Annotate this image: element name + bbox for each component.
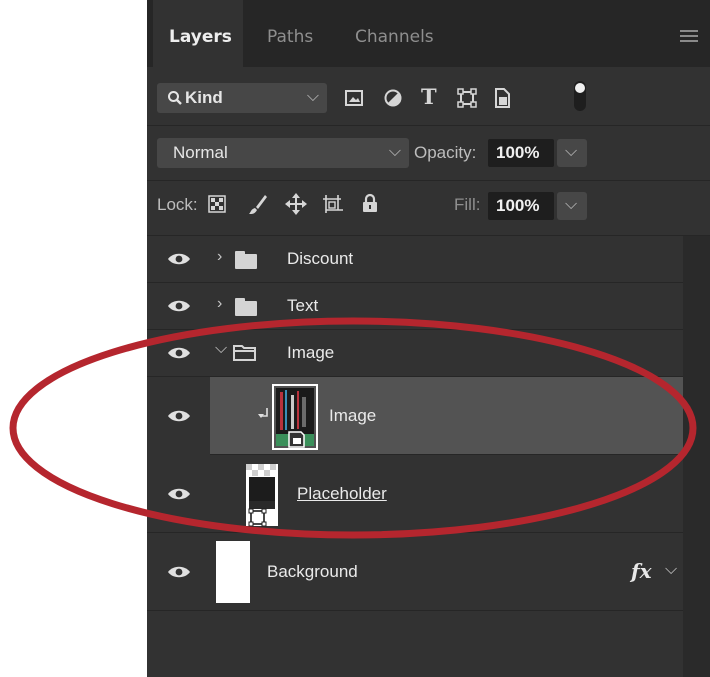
opacity-input[interactable]: 100%: [488, 139, 554, 167]
smart-object-filter-icon[interactable]: [493, 88, 511, 108]
divider: [147, 180, 710, 181]
fill-input[interactable]: 100%: [488, 192, 554, 220]
background-thumbnail[interactable]: [216, 541, 250, 603]
adjustment-layer-filter-icon[interactable]: [384, 89, 402, 107]
frame-thumbnail[interactable]: [245, 463, 279, 527]
eye-visibility-icon[interactable]: [167, 346, 191, 360]
smart-object-thumbnail[interactable]: [271, 383, 319, 451]
layers-panel: Layers Paths Channels Kind ⌵ T Normal ⌵ …: [147, 0, 710, 677]
filter-toggle-icon[interactable]: [572, 80, 588, 112]
layer-name[interactable]: Background: [267, 562, 358, 582]
eye-visibility-icon[interactable]: [167, 409, 191, 423]
chevron-down-icon[interactable]: ⌵: [215, 340, 227, 358]
eye-visibility-icon[interactable]: [167, 299, 191, 313]
tab-paths[interactable]: Paths: [267, 0, 313, 67]
fill-dropdown[interactable]: ⌵: [557, 192, 587, 220]
blend-mode-value: Normal: [173, 143, 228, 162]
layer-name[interactable]: Image: [329, 406, 376, 426]
type-layer-filter-icon[interactable]: T: [421, 84, 437, 109]
clipping-mask-arrow-icon: [258, 408, 268, 418]
layer-row-text[interactable]: › Text: [147, 283, 683, 330]
layers-scrollbar[interactable]: [683, 236, 710, 677]
lock-image-pixels-brush-icon[interactable]: [248, 193, 268, 215]
tab-channels[interactable]: Channels: [355, 0, 434, 67]
eye-visibility-icon[interactable]: [167, 252, 191, 266]
chevron-down-icon: ⌵: [388, 143, 401, 160]
lock-label: Lock:: [157, 195, 198, 214]
opacity-dropdown[interactable]: ⌵: [557, 139, 587, 167]
layer-effects-fx-icon[interactable]: fx: [631, 559, 652, 583]
layer-name[interactable]: Placeholder: [297, 484, 387, 504]
eye-visibility-icon[interactable]: [167, 565, 191, 579]
tab-layers[interactable]: Layers: [153, 0, 243, 67]
layer-row-background[interactable]: Background fx ⌵: [147, 533, 683, 611]
chevron-down-icon: ⌵: [565, 196, 578, 213]
lock-position-move-icon[interactable]: [285, 193, 307, 215]
shape-layer-filter-icon[interactable]: [457, 88, 477, 108]
divider: [147, 125, 710, 126]
layer-name[interactable]: Image: [287, 343, 334, 363]
search-icon: [168, 91, 182, 105]
layer-row-placeholder[interactable]: Placeholder: [147, 455, 683, 533]
layer-name[interactable]: Text: [287, 296, 318, 316]
lock-all-icon[interactable]: [362, 193, 378, 213]
chevron-right-icon[interactable]: ›: [217, 295, 222, 313]
chevron-down-icon: ⌵: [565, 143, 578, 160]
blend-mode-select[interactable]: Normal ⌵: [157, 138, 409, 168]
fill-label: Fill:: [454, 195, 481, 214]
panel-tab-bar: Layers Paths Channels: [147, 0, 710, 67]
opacity-label: Opacity:: [414, 143, 477, 162]
folder-open-icon: [233, 345, 256, 361]
folder-icon: [235, 251, 257, 269]
lock-artboard-icon[interactable]: [322, 194, 344, 214]
layer-row-image-smart-object[interactable]: Image: [147, 377, 683, 455]
filter-kind-label: Kind: [185, 88, 223, 107]
layer-row-discount[interactable]: › Discount: [147, 236, 683, 283]
chevron-down-icon: ⌵: [306, 88, 319, 105]
filter-kind-select[interactable]: Kind ⌵: [157, 83, 327, 113]
effects-expand-chevron-icon[interactable]: ⌵: [665, 561, 677, 579]
panel-menu-icon[interactable]: [680, 30, 698, 44]
chevron-right-icon[interactable]: ›: [217, 248, 222, 266]
layer-row-image-group[interactable]: ⌵ Image: [147, 330, 683, 377]
pixel-layer-filter-icon[interactable]: [345, 89, 363, 107]
lock-transparent-pixels-icon[interactable]: [208, 195, 226, 213]
eye-visibility-icon[interactable]: [167, 487, 191, 501]
layer-name[interactable]: Discount: [287, 249, 353, 269]
folder-icon: [235, 298, 257, 316]
